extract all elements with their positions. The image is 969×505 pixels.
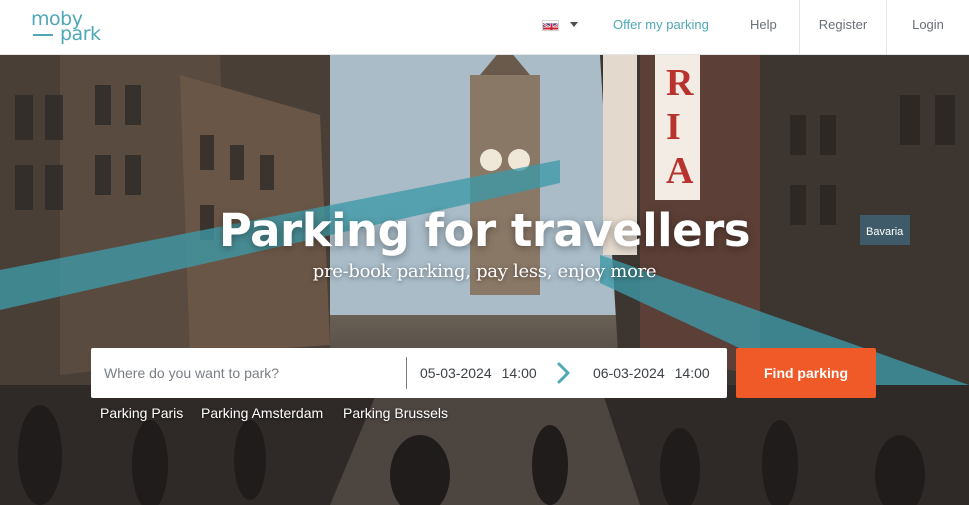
language-selector[interactable]: [542, 18, 582, 34]
caret-down-icon: [570, 22, 578, 27]
mobypark-logo[interactable]: moby park: [31, 8, 111, 48]
svg-text:I: I: [666, 106, 681, 148]
location-search-input[interactable]: [91, 348, 406, 398]
parking-brussels-link[interactable]: Parking Brussels: [343, 405, 448, 421]
login-link[interactable]: Login: [886, 0, 969, 55]
offer-my-parking-link[interactable]: Offer my parking: [613, 0, 709, 55]
end-time: 14:00: [674, 365, 710, 381]
logo-text-park: park: [60, 23, 101, 45]
hero-subtitle: pre-book parking, pay less, enjoy more: [312, 261, 657, 282]
start-date: 05-03-2024: [420, 365, 492, 381]
start-time: 14:00: [501, 365, 537, 381]
uk-flag-icon: [542, 20, 559, 31]
help-link[interactable]: Help: [750, 0, 777, 55]
svg-text:R: R: [666, 62, 694, 104]
parking-paris-link[interactable]: Parking Paris: [100, 405, 183, 421]
end-datetime-picker[interactable]: 06-03-2024 14:00: [593, 348, 710, 398]
hero-title: Parking for travellers: [218, 204, 751, 257]
find-parking-button[interactable]: Find parking: [736, 348, 876, 398]
svg-text:A: A: [666, 150, 694, 192]
end-date: 06-03-2024: [593, 365, 665, 381]
register-link[interactable]: Register: [799, 0, 886, 55]
chevron-right-icon: [556, 362, 572, 384]
parking-search-form: 05-03-2024 14:00 06-03-2024 14:00: [91, 348, 727, 398]
search-divider: [406, 357, 407, 389]
start-datetime-picker[interactable]: 05-03-2024 14:00: [420, 348, 537, 398]
site-header: moby park Offer my parking Help Register…: [0, 0, 969, 55]
parking-amsterdam-link[interactable]: Parking Amsterdam: [201, 405, 323, 421]
hero-section: R I A Bavaria Parking for travellers pre…: [0, 55, 969, 505]
logo-dash: [33, 34, 53, 36]
